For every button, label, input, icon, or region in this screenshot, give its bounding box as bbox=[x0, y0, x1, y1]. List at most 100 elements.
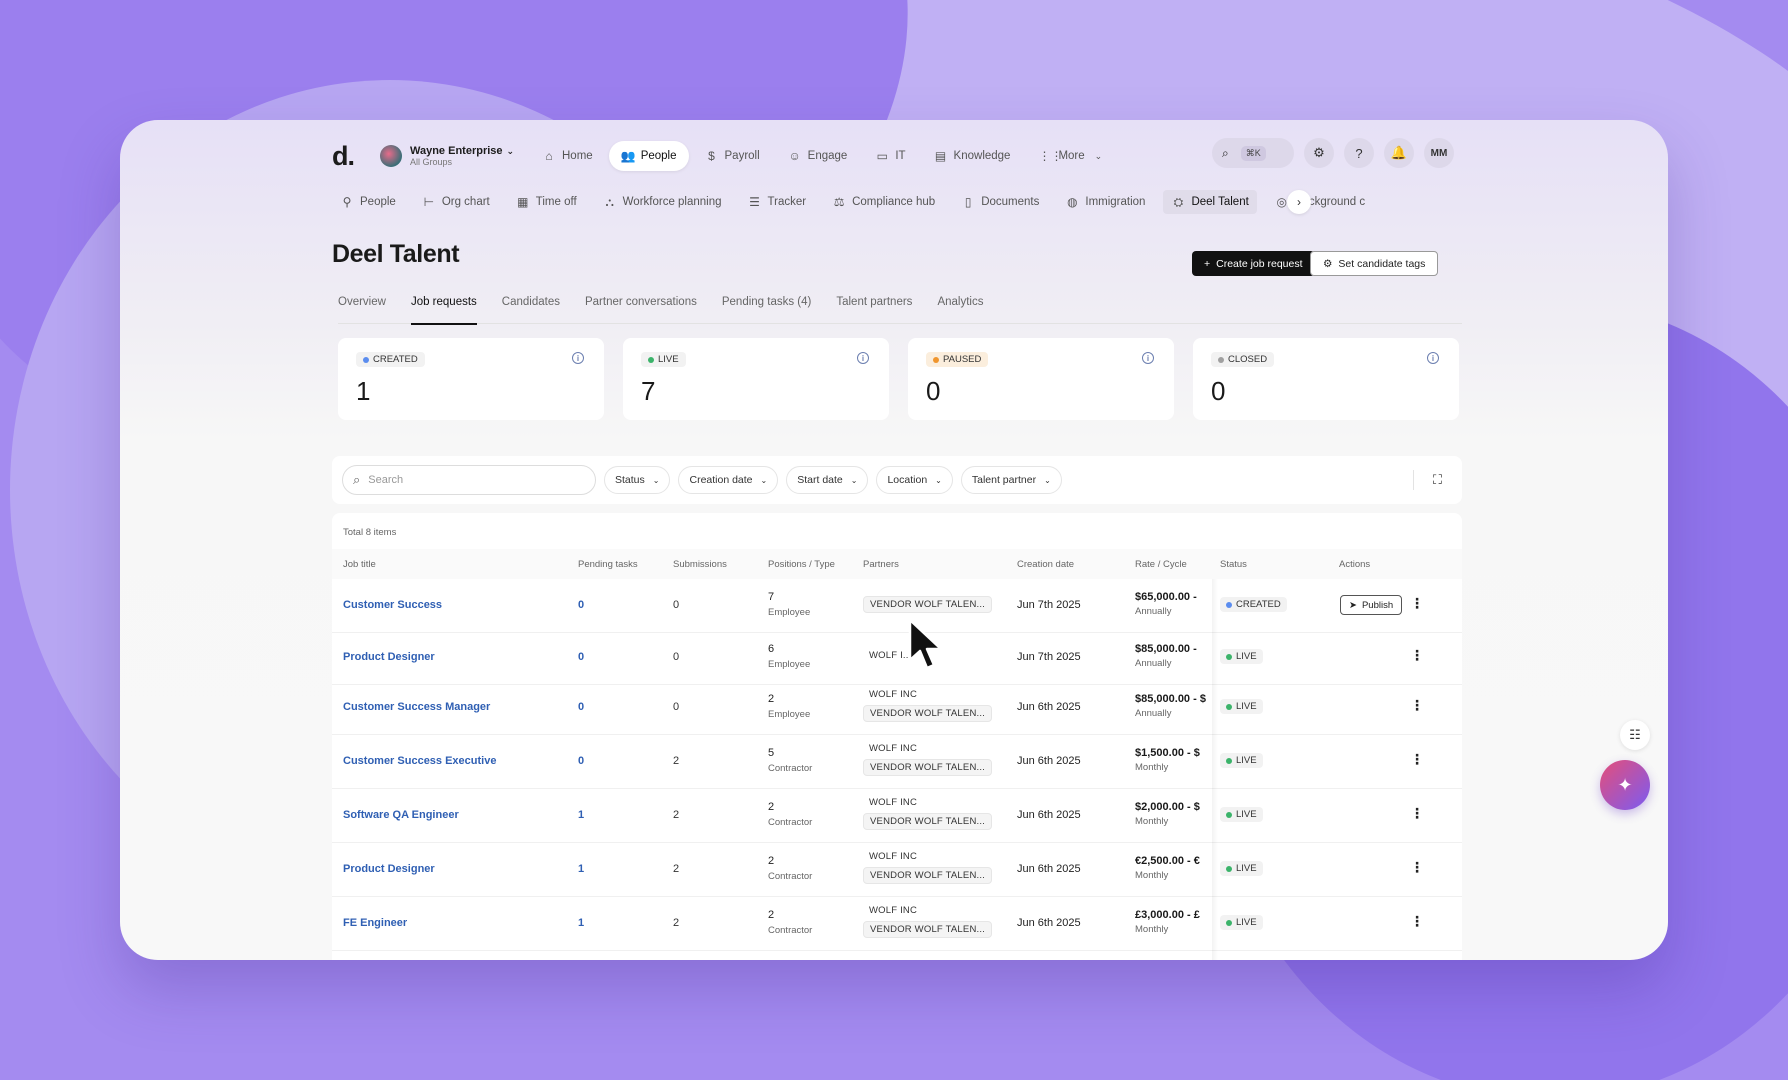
nav-knowledge[interactable]: ▤ Knowledge bbox=[922, 141, 1023, 171]
user-avatar[interactable]: MM bbox=[1424, 138, 1454, 168]
th-job-title[interactable]: Job title bbox=[343, 559, 376, 570]
partner-tag[interactable]: WOLF INC bbox=[863, 687, 923, 702]
subnav-time-off[interactable]: ▦ Time off bbox=[508, 190, 585, 214]
tab-candidates[interactable]: Candidates bbox=[502, 296, 560, 324]
partner-tag[interactable]: WOLF INC bbox=[863, 849, 923, 864]
partner-tag[interactable]: VENDOR WOLF TALEN... bbox=[863, 813, 993, 830]
info-icon[interactable]: i bbox=[1427, 352, 1439, 364]
info-icon[interactable]: i bbox=[1142, 352, 1154, 364]
pending-tasks-link[interactable]: 0 bbox=[578, 755, 584, 767]
table-row[interactable]: Customer Success Executive 0 2 5 Contrac… bbox=[332, 735, 1462, 789]
subnav-workforce-planning[interactable]: ⛬ Workforce planning bbox=[595, 190, 730, 214]
subnav-people[interactable]: ⚲ People bbox=[332, 190, 404, 214]
stat-card-live[interactable]: LIVE 7 i bbox=[623, 338, 889, 420]
pending-tasks-link[interactable]: 1 bbox=[578, 809, 584, 821]
org-switcher[interactable]: Wayne Enterprise ⌄ All Groups bbox=[380, 145, 530, 167]
th-status[interactable]: Status bbox=[1220, 559, 1247, 570]
nav-home[interactable]: ⌂ Home bbox=[530, 141, 605, 171]
stat-card-closed[interactable]: CLOSED 0 i bbox=[1193, 338, 1459, 420]
partner-tag[interactable]: VENDOR WOLF TALEN... bbox=[863, 596, 993, 613]
more-actions-icon[interactable]: ⋮ bbox=[1410, 751, 1424, 768]
th-positions-type[interactable]: Positions / Type bbox=[768, 559, 835, 570]
subnav-immigration[interactable]: ◍ Immigration bbox=[1057, 190, 1153, 214]
nav-payroll[interactable]: $ Payroll bbox=[693, 141, 772, 171]
status-label: LIVE bbox=[1236, 651, 1257, 662]
partner-tag[interactable]: VENDOR WOLF TALEN... bbox=[863, 759, 993, 776]
info-icon[interactable]: i bbox=[857, 352, 869, 364]
pending-tasks-link[interactable]: 0 bbox=[578, 701, 584, 713]
ai-chat-button[interactable]: ✦ bbox=[1600, 760, 1650, 810]
subnav-tracker[interactable]: ☰ Tracker bbox=[740, 190, 815, 214]
filter-creation-date[interactable]: Creation date ⌄ bbox=[678, 466, 779, 494]
table-row[interactable]: Product Designer 1 2 2 Contractor WOLF I… bbox=[332, 843, 1462, 897]
info-icon[interactable]: i bbox=[572, 352, 584, 364]
settings-button[interactable]: ⚙ bbox=[1304, 138, 1334, 168]
deel-logo[interactable]: d. bbox=[332, 141, 380, 172]
partner-tag[interactable]: VENDOR WOLF TALEN... bbox=[863, 705, 993, 722]
adjust-settings-button[interactable]: ☷ bbox=[1620, 720, 1650, 750]
th-rate-cycle[interactable]: Rate / Cycle bbox=[1135, 559, 1187, 570]
job-title-link[interactable]: Software QA Engineer bbox=[343, 809, 459, 821]
table-row[interactable]: Customer Success Manager 0 0 2 Employee … bbox=[332, 681, 1462, 735]
job-title-link[interactable]: Product Designer bbox=[343, 863, 435, 875]
more-actions-icon[interactable]: ⋮ bbox=[1410, 697, 1424, 714]
job-title-link[interactable]: Customer Success Executive bbox=[343, 755, 496, 767]
table-row[interactable]: FE Engineer 1 2 2 Contractor WOLF INC VEN… bbox=[332, 897, 1462, 951]
tab-overview[interactable]: Overview bbox=[338, 296, 386, 324]
nav-more[interactable]: ⋮⋮ More ⌄ bbox=[1026, 141, 1114, 171]
th-creation-date[interactable]: Creation date bbox=[1017, 559, 1074, 570]
pending-tasks-link[interactable]: 1 bbox=[578, 917, 584, 929]
th-partners[interactable]: Partners bbox=[863, 559, 899, 570]
job-title-link[interactable]: FE Engineer bbox=[343, 917, 407, 929]
nav-engage[interactable]: ☺ Engage bbox=[776, 141, 860, 171]
create-job-request-button[interactable]: + Create job request bbox=[1192, 251, 1315, 276]
partner-tag[interactable]: WOLF INC bbox=[863, 795, 923, 810]
global-search-button[interactable]: ⌕ ⌘K bbox=[1212, 138, 1294, 168]
table-row[interactable]: Software QA Engineer 1 2 2 Contractor WO… bbox=[332, 789, 1462, 843]
subnav-compliance-hub[interactable]: ⚖ Compliance hub bbox=[824, 190, 943, 214]
filter-status[interactable]: Status ⌄ bbox=[604, 466, 671, 494]
table-row[interactable]: Product Designer 0 0 6 Employee WOLF I..… bbox=[332, 631, 1462, 685]
subnav-scroll-right[interactable]: › bbox=[1287, 190, 1311, 214]
more-actions-icon[interactable]: ⋮ bbox=[1410, 913, 1424, 930]
set-candidate-tags-button[interactable]: ⚙ Set candidate tags bbox=[1310, 251, 1439, 276]
subnav-background-checks[interactable]: ◎ Background c bbox=[1267, 190, 1373, 214]
job-title-link[interactable]: Customer Success Manager bbox=[343, 701, 490, 713]
partner-tag[interactable]: WOLF INC bbox=[863, 903, 923, 918]
filter-talent-partner[interactable]: Talent partner ⌄ bbox=[960, 466, 1062, 494]
pending-tasks-link[interactable]: 0 bbox=[578, 599, 584, 611]
subnav-org-chart[interactable]: ⊢ Org chart bbox=[414, 190, 498, 214]
pending-tasks-link[interactable]: 0 bbox=[578, 651, 584, 663]
th-submissions[interactable]: Submissions bbox=[673, 559, 727, 570]
tab-job-requests[interactable]: Job requests bbox=[410, 296, 477, 325]
nav-people[interactable]: 👥 People bbox=[608, 141, 689, 171]
search-input[interactable]: ⌕ Search bbox=[342, 465, 596, 495]
fullscreen-icon[interactable]: ⛶ bbox=[1433, 472, 1442, 488]
th-pending-tasks[interactable]: Pending tasks bbox=[578, 559, 638, 570]
job-title-link[interactable]: Customer Success bbox=[343, 599, 442, 611]
tab-analytics[interactable]: Analytics bbox=[937, 296, 983, 324]
tab-partner-conversations[interactable]: Partner conversations bbox=[585, 296, 697, 324]
tab-pending-tasks[interactable]: Pending tasks (4) bbox=[722, 296, 812, 324]
help-button[interactable]: ? bbox=[1344, 138, 1374, 168]
filter-location[interactable]: Location ⌄ bbox=[876, 466, 953, 494]
more-actions-icon[interactable]: ⋮ bbox=[1410, 859, 1424, 876]
pending-tasks-link[interactable]: 1 bbox=[578, 863, 584, 875]
notifications-button[interactable]: 🔔 bbox=[1384, 138, 1414, 168]
more-actions-icon[interactable]: ⋮ bbox=[1410, 647, 1424, 664]
partner-tag[interactable]: WOLF INC bbox=[863, 741, 923, 756]
subnav-documents[interactable]: ▯ Documents bbox=[953, 190, 1047, 214]
partner-tag[interactable]: VENDOR WOLF TALEN... bbox=[863, 867, 993, 884]
subnav-deel-talent[interactable]: ⛭ Deel Talent bbox=[1163, 190, 1257, 214]
table-row[interactable]: Customer Success 0 0 7 Employee VENDOR W… bbox=[332, 579, 1462, 633]
nav-it[interactable]: ▭ IT bbox=[863, 141, 917, 171]
partner-tag[interactable]: VENDOR WOLF TALEN... bbox=[863, 921, 993, 938]
tab-talent-partners[interactable]: Talent partners bbox=[836, 296, 912, 324]
publish-button[interactable]: ➤ Publish bbox=[1340, 595, 1403, 615]
job-title-link[interactable]: Product Designer bbox=[343, 651, 435, 663]
stat-card-created[interactable]: CREATED 1 i bbox=[338, 338, 604, 420]
stat-card-paused[interactable]: PAUSED 0 i bbox=[908, 338, 1174, 420]
more-actions-icon[interactable]: ⋮ bbox=[1410, 805, 1424, 822]
filter-start-date[interactable]: Start date ⌄ bbox=[786, 466, 869, 494]
more-actions-icon[interactable]: ⋮ bbox=[1410, 595, 1424, 612]
